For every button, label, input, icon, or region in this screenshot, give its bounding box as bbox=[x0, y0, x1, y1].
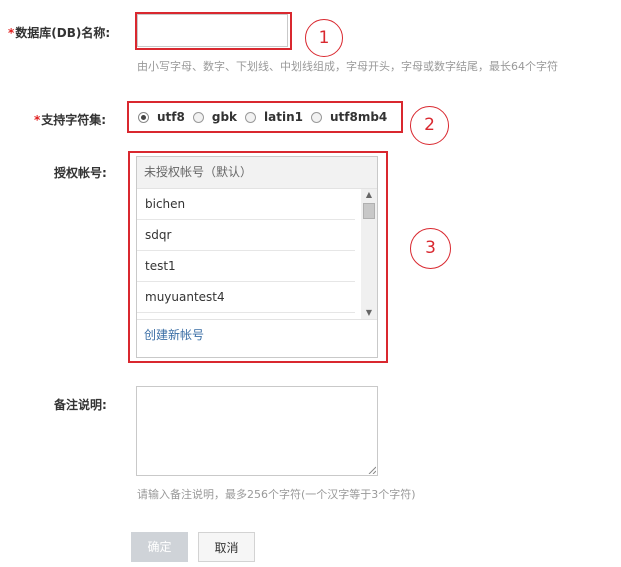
charset-option-label: utf8 bbox=[157, 110, 185, 124]
remark-hint: 请输入备注说明，最多256个字符(一个汉字等于3个字符) bbox=[137, 488, 416, 501]
db-name-input[interactable] bbox=[137, 14, 288, 47]
charset-option-latin1[interactable]: latin1 bbox=[245, 110, 303, 124]
radio-button[interactable] bbox=[310, 111, 322, 123]
charset-option-label: utf8mb4 bbox=[329, 110, 388, 124]
unauthorized-accounts-header: 未授权帐号（默认） bbox=[137, 157, 377, 189]
account-list-item[interactable]: bichen bbox=[137, 189, 355, 220]
charset-radio-group: utf8 gbk latin1 utf8mb4 bbox=[127, 101, 403, 133]
annotation-circle-3: 3 bbox=[410, 228, 451, 269]
scroll-thumb[interactable] bbox=[363, 203, 375, 219]
radio-button[interactable] bbox=[245, 111, 257, 123]
create-account-link[interactable]: 创建新帐号 bbox=[144, 328, 204, 342]
db-name-hint: 由小写字母、数字、下划线、中划线组成，字母开头，字母或数字结尾，最长64个字符 bbox=[137, 60, 558, 73]
remark-textarea[interactable] bbox=[136, 386, 378, 476]
account-list-item[interactable]: sdqr bbox=[137, 220, 355, 251]
charset-option-label: gbk bbox=[211, 110, 238, 124]
radio-button[interactable] bbox=[192, 111, 204, 123]
radio-button[interactable] bbox=[138, 111, 149, 123]
account-footer: 创建新帐号 bbox=[137, 319, 377, 350]
confirm-button[interactable]: 确定 bbox=[131, 532, 188, 562]
account-panel: 未授权帐号（默认） bichen sdqr test1 muyuantest4 ▲ ▼… bbox=[136, 156, 378, 358]
account-list-item[interactable]: test1 bbox=[137, 251, 355, 282]
scroll-up-icon[interactable]: ▲ bbox=[361, 189, 377, 201]
resize-handle-icon[interactable] bbox=[368, 466, 376, 474]
charset-option-label: latin1 bbox=[264, 110, 303, 124]
account-list-scrollbar[interactable]: ▲ ▼ bbox=[361, 189, 377, 319]
db-name-label: *数据库(DB)名称: bbox=[8, 26, 111, 40]
charset-option-gbk[interactable]: gbk bbox=[192, 110, 238, 124]
account-list: bichen sdqr test1 muyuantest4 ▲ ▼ bbox=[137, 189, 377, 319]
cancel-button[interactable]: 取消 bbox=[198, 532, 255, 562]
charset-options: utf8 gbk latin1 utf8mb4 bbox=[129, 103, 401, 131]
annotation-circle-2: 2 bbox=[410, 106, 449, 145]
remark-label: 备注说明: bbox=[54, 398, 107, 412]
charset-option-utf8[interactable]: utf8 bbox=[138, 110, 185, 124]
charset-label: *支持字符集: bbox=[34, 113, 107, 127]
charset-option-utf8mb4[interactable]: utf8mb4 bbox=[310, 110, 388, 124]
annotation-circle-1: 1 bbox=[305, 19, 343, 57]
accounts-label: 授权帐号: bbox=[54, 166, 107, 180]
account-list-item[interactable]: muyuantest4 bbox=[137, 282, 355, 313]
scroll-down-icon[interactable]: ▼ bbox=[361, 307, 377, 319]
